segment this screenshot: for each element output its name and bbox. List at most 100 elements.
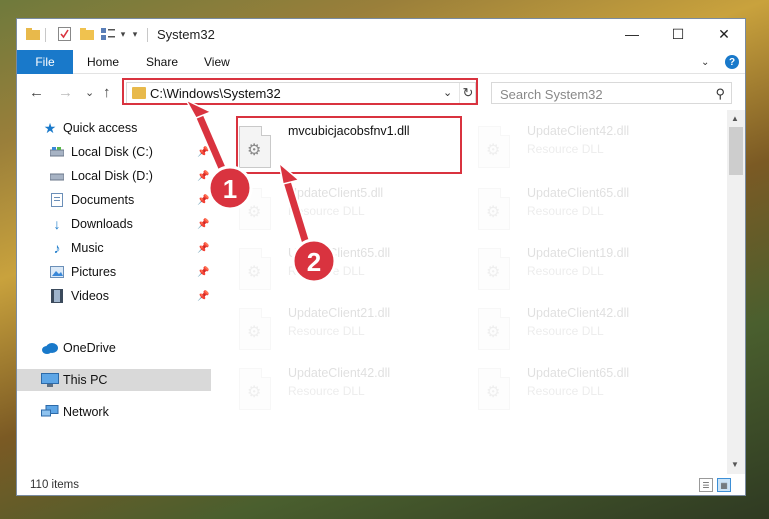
pin-icon[interactable]: 📌 [197, 243, 209, 254]
pin-icon[interactable]: 📌 [197, 219, 209, 230]
file-item[interactable]: ⚙ UpdateClient65.dll Resource DLL [478, 182, 718, 242]
up-arrow-icon[interactable]: ↑ [103, 84, 111, 101]
search-placeholder: Search System32 [500, 87, 603, 102]
large-icons-view-icon[interactable]: ▦ [717, 478, 731, 492]
sidebar-item-quick-access[interactable]: ★ Quick access [17, 117, 211, 139]
address-path[interactable]: C:\Windows\System32 [150, 86, 281, 101]
recent-locations-icon[interactable]: ⌄ [85, 86, 94, 99]
file-item[interactable]: ⚙ UpdateClient42.dll Resource DLL [478, 302, 718, 362]
tab-file[interactable]: File [17, 50, 73, 74]
dll-file-icon: ⚙ [239, 308, 271, 350]
folder-icon [132, 87, 146, 99]
sidebar-item-music[interactable]: ♪ Music 📌 [17, 237, 211, 259]
sidebar-item-label: Documents [71, 193, 135, 207]
file-item[interactable]: ⚙ UpdateClient5.dll Resource DLL [239, 182, 459, 242]
pictures-icon [50, 266, 64, 279]
file-type: Resource DLL [527, 264, 604, 278]
window-title: System32 [157, 27, 215, 42]
file-item[interactable]: ⚙ UpdateClient19.dll Resource DLL [478, 242, 718, 302]
computer-icon [41, 373, 59, 387]
back-arrow-icon[interactable]: ← [29, 84, 44, 101]
toolbar-divider [45, 28, 46, 42]
scrollbar-thumb[interactable] [729, 127, 743, 175]
file-name: UpdateClient65.dll [527, 366, 630, 380]
title-divider [147, 28, 148, 42]
dll-file-icon: ⚙ [239, 126, 271, 168]
sidebar-item-local-disk-d[interactable]: Local Disk (D:) 📌 [17, 165, 211, 187]
scroll-down-icon[interactable]: ▼ [731, 460, 739, 469]
dll-file-icon: ⚙ [478, 188, 510, 230]
file-item[interactable]: ⚙ UpdateClient42.dll Resource DLL [478, 120, 718, 180]
file-item[interactable]: ⚙ UpdateClient21.dll Resource DLL [239, 302, 459, 362]
sidebar-item-onedrive[interactable]: OneDrive [17, 337, 211, 359]
file-name: UpdateClient19.dll [527, 246, 630, 260]
sidebar-item-videos[interactable]: Videos 📌 [17, 285, 211, 307]
folder-icon[interactable] [26, 26, 40, 42]
tab-share[interactable]: Share [146, 55, 178, 69]
dll-file-icon: ⚙ [239, 368, 271, 410]
sidebar-item-label: Local Disk (D:) [71, 169, 153, 183]
sidebar-item-label: This PC [63, 373, 108, 387]
properties-icon[interactable] [57, 26, 71, 42]
ribbon-tabs: File Home Share View ⌄ ? [17, 49, 745, 74]
search-input[interactable]: Search System32 ⚲ [491, 82, 732, 104]
pin-icon[interactable]: 📌 [197, 195, 209, 206]
help-icon[interactable]: ? [725, 55, 739, 69]
customize-view-icon[interactable] [101, 26, 115, 42]
scroll-up-icon[interactable]: ▲ [731, 114, 739, 123]
expand-ribbon-icon[interactable]: ⌄ [701, 57, 709, 68]
sidebar-item-documents[interactable]: Documents 📌 [17, 189, 211, 211]
navigation-pane: ★ Quick access Local Disk (C:) 📌 Local D… [17, 110, 213, 474]
file-item[interactable]: ⚙ UpdateClient42.dll Resource DLL [239, 362, 459, 422]
minimize-button[interactable]: — [609, 19, 655, 49]
sidebar-item-label: Videos [71, 289, 109, 303]
maximize-button[interactable]: ☐ [655, 19, 701, 49]
qa-dropdown-icon[interactable]: ▾ [118, 26, 128, 42]
file-name: UpdateClient42.dll [527, 306, 630, 320]
file-name: UpdateClient42.dll [288, 366, 391, 380]
file-type: Resource DLL [288, 324, 365, 338]
file-type: Resource DLL [288, 384, 365, 398]
sidebar-item-local-disk-c[interactable]: Local Disk (C:) 📌 [17, 141, 211, 163]
file-item[interactable]: ⚙ UpdateClient65.dll Resource DLL [239, 242, 459, 302]
file-item[interactable]: ⚙ UpdateClient65.dll Resource DLL [478, 362, 718, 422]
pin-icon[interactable]: 📌 [197, 267, 209, 278]
sidebar-item-this-pc[interactable]: This PC [17, 369, 211, 391]
search-icon[interactable]: ⚲ [715, 86, 725, 102]
network-icon [41, 405, 59, 419]
pin-icon[interactable]: 📌 [197, 147, 209, 158]
close-button[interactable]: ✕ [701, 19, 745, 49]
file-type: Resource DLL [288, 264, 365, 278]
details-view-icon[interactable]: ☰ [699, 478, 713, 492]
file-type: Resource DLL [527, 384, 604, 398]
file-type: Resource DLL [527, 142, 604, 156]
file-explorer-window: ▾ ▾ System32 — ☐ ✕ File Home Share View … [16, 18, 746, 496]
cloud-icon [41, 342, 59, 355]
sidebar-item-network[interactable]: Network [17, 401, 211, 423]
refresh-icon[interactable]: ↻ [459, 83, 476, 103]
file-name: UpdateClient65.dll [527, 186, 630, 200]
file-name: UpdateClient5.dll [288, 186, 384, 200]
star-icon: ★ [43, 119, 57, 136]
dll-file-icon: ⚙ [239, 248, 271, 290]
pin-icon[interactable]: 📌 [197, 291, 209, 302]
drive-icon [50, 170, 64, 183]
tab-home[interactable]: Home [87, 55, 119, 69]
sidebar-item-label: Music [71, 241, 104, 255]
customize-toolbar-icon[interactable]: ▾ [130, 26, 140, 42]
forward-arrow-icon[interactable]: → [58, 84, 73, 101]
dll-file-icon: ⚙ [478, 248, 510, 290]
address-dropdown-icon[interactable]: ⌄ [443, 86, 452, 99]
address-bar[interactable]: C:\Windows\System32 ⌄ ↻ [126, 82, 476, 104]
new-folder-icon[interactable] [80, 26, 94, 42]
file-name: UpdateClient21.dll [288, 306, 391, 320]
pin-icon[interactable]: 📌 [197, 171, 209, 182]
dll-file-icon: ⚙ [239, 188, 271, 230]
sidebar-item-pictures[interactable]: Pictures 📌 [17, 261, 211, 283]
file-item-featured[interactable]: ⚙ mvcubicjacobsfnv1.dll [239, 120, 439, 180]
documents-icon [50, 193, 64, 207]
sidebar-item-downloads[interactable]: ↓ Downloads 📌 [17, 213, 211, 235]
vertical-scrollbar[interactable]: ▲ ▼ [727, 110, 745, 474]
dll-file-icon: ⚙ [478, 308, 510, 350]
tab-view[interactable]: View [204, 55, 230, 69]
